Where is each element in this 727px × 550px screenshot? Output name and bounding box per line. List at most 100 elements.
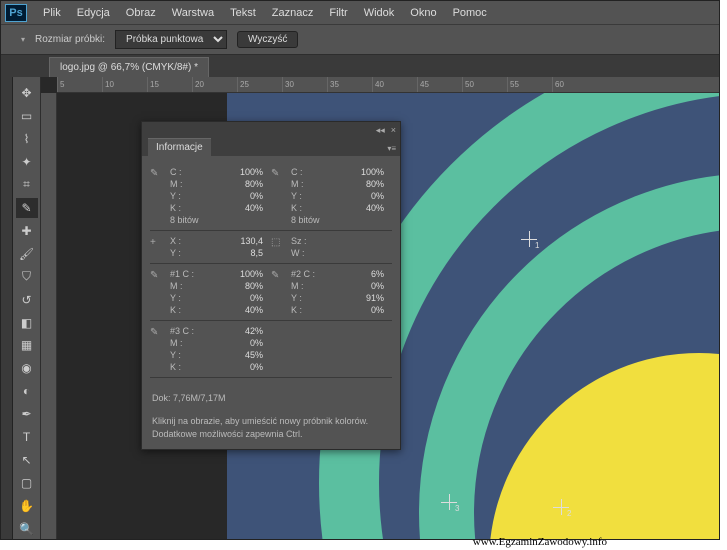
dropdown-icon[interactable]: ▾ xyxy=(21,35,25,44)
healing-tool-icon[interactable]: ✚ xyxy=(16,221,38,241)
menu-tekst[interactable]: Tekst xyxy=(222,3,264,23)
menu-okno[interactable]: Okno xyxy=(402,3,444,23)
s3-m: 0% xyxy=(250,337,263,349)
doc-size: Dok: 7,76M/7,17M xyxy=(152,392,390,405)
s3-c: 42% xyxy=(245,325,263,337)
eyedropper-icon: ✎ xyxy=(271,166,287,226)
ruler-mark: 35 xyxy=(327,77,372,92)
ruler-mark: 55 xyxy=(507,77,552,92)
sampler-point-3[interactable]: 3 xyxy=(441,494,457,510)
eraser-tool-icon[interactable]: ◧ xyxy=(16,313,38,333)
menu-bar: Ps Plik Edycja Obraz Warstwa Tekst Zazna… xyxy=(1,1,719,25)
ruler-mark: 30 xyxy=(282,77,327,92)
info-bits2: 8 bitów xyxy=(291,214,320,226)
info-c2: 100% xyxy=(361,166,384,178)
info-m: 80% xyxy=(245,178,263,190)
blur-tool-icon[interactable]: ◉ xyxy=(16,358,38,378)
info-k: 40% xyxy=(245,202,263,214)
menu-widok[interactable]: Widok xyxy=(356,3,403,23)
zoom-tool-icon[interactable]: 🔍 xyxy=(16,519,38,539)
history-brush-icon[interactable]: ↺ xyxy=(16,290,38,310)
lasso-tool-icon[interactable]: ⌇ xyxy=(16,129,38,149)
s2-k: 0% xyxy=(371,304,384,316)
pen-tool-icon[interactable]: ✒ xyxy=(16,404,38,424)
stamp-tool-icon[interactable]: ⛉ xyxy=(16,267,38,287)
marquee-tool-icon[interactable]: ▭ xyxy=(16,106,38,126)
watermark: www.EgzaminZawodowy.info xyxy=(473,536,607,548)
sample-size-label: Rozmiar próbki: xyxy=(35,34,105,45)
info-m2: 80% xyxy=(366,178,384,190)
s2-m: 0% xyxy=(371,280,384,292)
document-tab-bar: logo.jpg @ 66,7% (CMYK/8#) * xyxy=(1,55,719,77)
ruler-horizontal: 5 10 15 20 25 30 35 40 45 50 55 60 xyxy=(57,77,719,93)
dimensions-icon: ⬚ xyxy=(271,235,287,259)
ruler-mark: 45 xyxy=(417,77,462,92)
info-tab[interactable]: Informacje xyxy=(148,138,211,156)
menu-pomoc[interactable]: Pomoc xyxy=(445,3,495,23)
s1-m: 80% xyxy=(245,280,263,292)
crosshair-icon: + xyxy=(150,235,166,259)
panel-hint1: Kliknij na obrazie, aby umieścić nowy pr… xyxy=(152,415,390,428)
ruler-mark: 50 xyxy=(462,77,507,92)
panel-dock-left xyxy=(1,77,13,539)
info-c: 100% xyxy=(240,166,263,178)
info-panel: ◂◂ × Informacje ▾≡ ✎ C :100% M :80% Y :0… xyxy=(141,121,401,450)
sampler-icon: ✎ xyxy=(150,268,166,316)
info-k2: 40% xyxy=(366,202,384,214)
ruler-mark: 40 xyxy=(372,77,417,92)
brush-tool-icon[interactable]: 🖌 xyxy=(16,244,38,264)
menu-plik[interactable]: Plik xyxy=(35,3,69,23)
dodge-tool-icon[interactable]: ◐ xyxy=(16,381,38,401)
s1-k: 40% xyxy=(245,304,263,316)
info-primary-section: ✎ C :100% M :80% Y :0% K :40% 8 bitów ✎ … xyxy=(150,162,392,231)
info-samples-row2: ✎ #3 C :42% M :0% Y :45% K :0% xyxy=(150,321,392,378)
info-samples-row1: ✎ #1 C :100% M :80% Y :0% K :40% ✎ #2 C … xyxy=(150,264,392,321)
move-tool-icon[interactable]: ✥ xyxy=(16,83,38,103)
type-tool-icon[interactable]: T xyxy=(16,427,38,447)
eyedropper-tool-icon[interactable]: ✎ xyxy=(16,198,38,218)
sampler-point-2[interactable]: 2 xyxy=(553,499,569,515)
info-bits: 8 bitów xyxy=(170,214,199,226)
app-logo: Ps xyxy=(5,4,27,22)
panel-collapse-icon[interactable]: ◂◂ xyxy=(376,125,385,136)
info-y-coord: 8,5 xyxy=(250,247,263,259)
gradient-tool-icon[interactable]: ▦ xyxy=(16,335,38,355)
menu-warstwa[interactable]: Warstwa xyxy=(164,3,222,23)
menu-obraz[interactable]: Obraz xyxy=(118,3,164,23)
sampler-point-1[interactable]: 1 xyxy=(521,231,537,247)
crop-tool-icon[interactable]: ⌗ xyxy=(16,175,38,195)
s2-y: 91% xyxy=(366,292,384,304)
s2-c: 6% xyxy=(371,268,384,280)
ruler-mark: 10 xyxy=(102,77,147,92)
panel-header[interactable]: ◂◂ × xyxy=(142,122,400,138)
ruler-vertical xyxy=(41,93,57,539)
app-window: Ps Plik Edycja Obraz Warstwa Tekst Zazna… xyxy=(0,0,720,540)
menu-edycja[interactable]: Edycja xyxy=(69,3,118,23)
info-coords-section: + X :130,4 Y :8,5 ⬚ Sz : W : xyxy=(150,231,392,264)
menu-zaznacz[interactable]: Zaznacz xyxy=(264,3,322,23)
wand-tool-icon[interactable]: ✦ xyxy=(16,152,38,172)
document-tab[interactable]: logo.jpg @ 66,7% (CMYK/8#) * xyxy=(49,57,209,77)
panel-footer: Dok: 7,76M/7,17M Kliknij na obrazie, aby… xyxy=(142,384,400,449)
ruler-mark: 20 xyxy=(192,77,237,92)
panel-tabs: Informacje xyxy=(142,138,400,156)
options-bar: ▾ Rozmiar próbki: Próbka punktowa Wyczyś… xyxy=(1,25,719,55)
ruler-mark: 5 xyxy=(57,77,102,92)
shape-tool-icon[interactable]: ▢ xyxy=(16,473,38,493)
panel-menu-icon[interactable]: ▾≡ xyxy=(387,144,396,153)
panel-body: ✎ C :100% M :80% Y :0% K :40% 8 bitów ✎ … xyxy=(142,156,400,384)
s1-c: 100% xyxy=(240,268,263,280)
path-tool-icon[interactable]: ↖ xyxy=(16,450,38,470)
menu-filtr[interactable]: Filtr xyxy=(321,3,355,23)
panel-close-icon[interactable]: × xyxy=(391,125,396,135)
toolbox: ✥ ▭ ⌇ ✦ ⌗ ✎ ✚ 🖌 ⛉ ↺ ◧ ▦ ◉ ◐ ✒ T ↖ ▢ ✋ 🔍 xyxy=(13,77,41,539)
ruler-mark: 25 xyxy=(237,77,282,92)
eyedropper-icon: ✎ xyxy=(150,166,166,226)
s1-y: 0% xyxy=(250,292,263,304)
info-y2: 0% xyxy=(371,190,384,202)
s3-k: 0% xyxy=(250,361,263,373)
sampler-icon: ✎ xyxy=(150,325,166,373)
clear-button[interactable]: Wyczyść xyxy=(237,31,298,48)
sample-size-select[interactable]: Próbka punktowa xyxy=(115,30,227,49)
hand-tool-icon[interactable]: ✋ xyxy=(16,496,38,516)
